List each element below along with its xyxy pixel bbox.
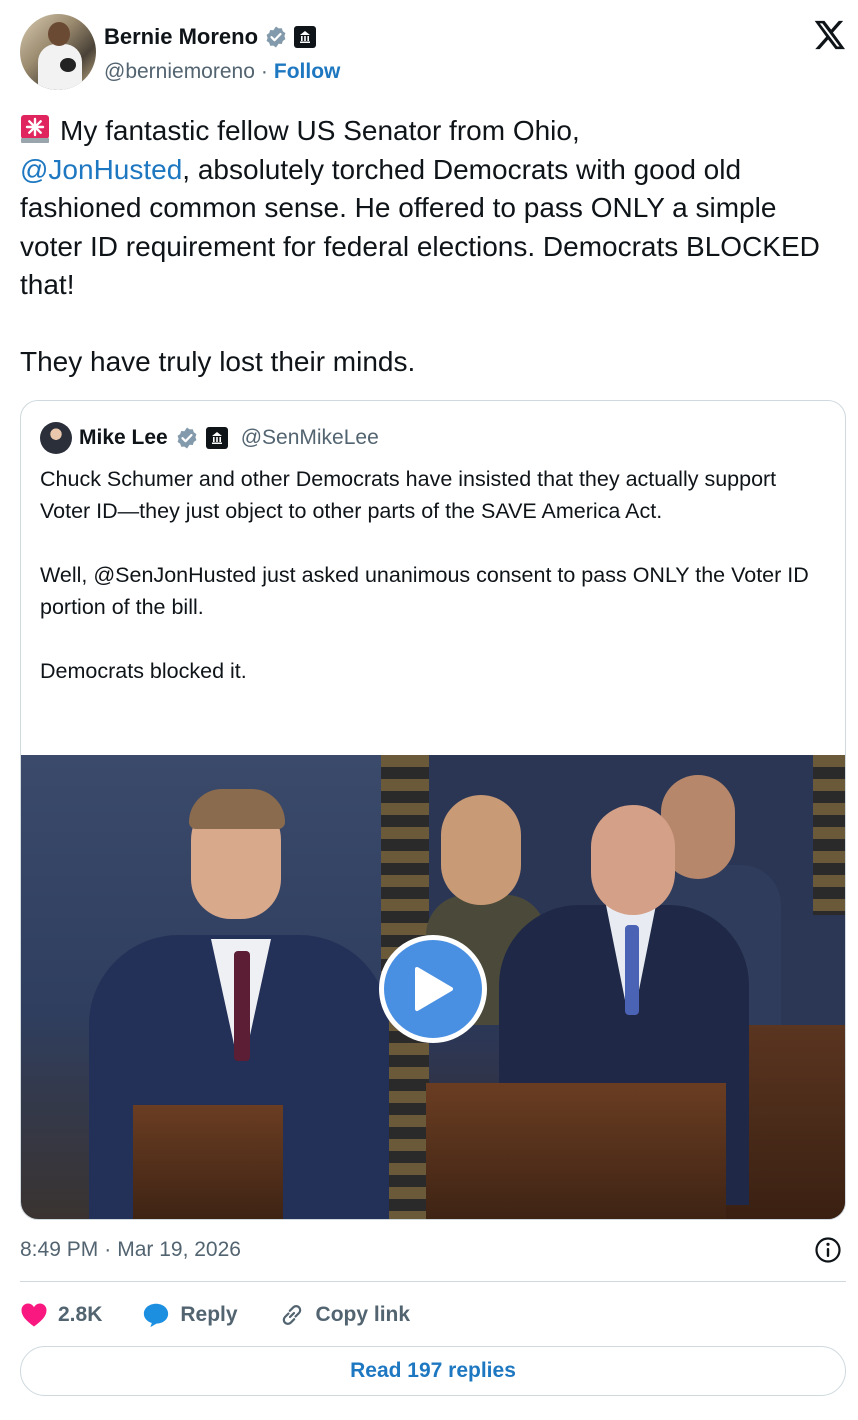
- reply-button[interactable]: Reply: [142, 1301, 238, 1329]
- author-name-row: Bernie Moreno: [104, 22, 317, 52]
- link-icon: [278, 1301, 306, 1329]
- speech-bubble-icon: [142, 1301, 170, 1329]
- quoted-tweet-header: Mike Lee @SenMikeLee: [40, 422, 379, 454]
- tweet-timestamp[interactable]: 8:49 PM · Mar 19, 2026: [20, 1234, 846, 1266]
- play-icon: [415, 967, 453, 1011]
- video-pillar-decoration: [813, 755, 845, 915]
- follow-button[interactable]: Follow: [274, 60, 341, 84]
- author-handle-row: @berniemoreno · Follow: [104, 58, 340, 86]
- read-replies-button[interactable]: Read 197 replies: [20, 1346, 846, 1396]
- like-count: 2.8K: [58, 1303, 103, 1326]
- tweet-actions: 2.8K Reply Copy link: [20, 1296, 450, 1334]
- tweet-time[interactable]: 8:49 PM: [20, 1238, 98, 1262]
- divider: [20, 1281, 846, 1282]
- copy-link-label: Copy link: [315, 1303, 411, 1326]
- author-display-name[interactable]: Bernie Moreno: [104, 24, 258, 50]
- play-button[interactable]: [379, 935, 487, 1043]
- government-building-icon: [205, 427, 228, 449]
- podium-left: [133, 1105, 283, 1219]
- reply-label: Reply: [180, 1303, 238, 1326]
- tweet-mention-link[interactable]: @JonHusted: [20, 154, 182, 185]
- like-button[interactable]: 2.8K: [20, 1301, 102, 1329]
- quoted-tweet-text: Chuck Schumer and other Democrats have i…: [40, 467, 809, 683]
- quoted-tweet[interactable]: Mike Lee @SenMikeLee Chuck Schumer and o…: [20, 400, 846, 1220]
- info-icon[interactable]: [814, 1236, 842, 1264]
- timestamp-separator: ·: [104, 1238, 112, 1261]
- author-handle[interactable]: @berniemoreno: [104, 60, 255, 84]
- quoted-author-name: Mike Lee: [79, 426, 168, 449]
- podium-right: [426, 1083, 726, 1219]
- tweet-date[interactable]: Mar 19, 2026: [117, 1238, 241, 1262]
- tweet-body: My fantastic fellow US Senator from Ohio…: [20, 112, 846, 382]
- tweet-header: Bernie Moreno @berniemoreno · Follow: [20, 14, 846, 94]
- police-light-icon: [21, 115, 49, 143]
- quoted-author-avatar: [40, 422, 72, 454]
- author-avatar[interactable]: [20, 14, 96, 90]
- tweet-text-line1: My fantastic fellow US Senator from Ohio…: [60, 115, 580, 146]
- tweet-text-rest: , absolutely torched Democrats with good…: [20, 153, 820, 378]
- copy-link-button[interactable]: Copy link: [278, 1301, 411, 1329]
- x-logo-icon[interactable]: [812, 18, 846, 52]
- heart-icon: [20, 1301, 48, 1329]
- video-player[interactable]: [21, 755, 845, 1219]
- verified-badge-icon: [177, 427, 197, 449]
- quoted-author-handle: @SenMikeLee: [240, 426, 379, 449]
- handle-separator: ·: [260, 60, 268, 83]
- verified-badge-icon: [266, 26, 286, 48]
- government-building-icon: [294, 26, 317, 48]
